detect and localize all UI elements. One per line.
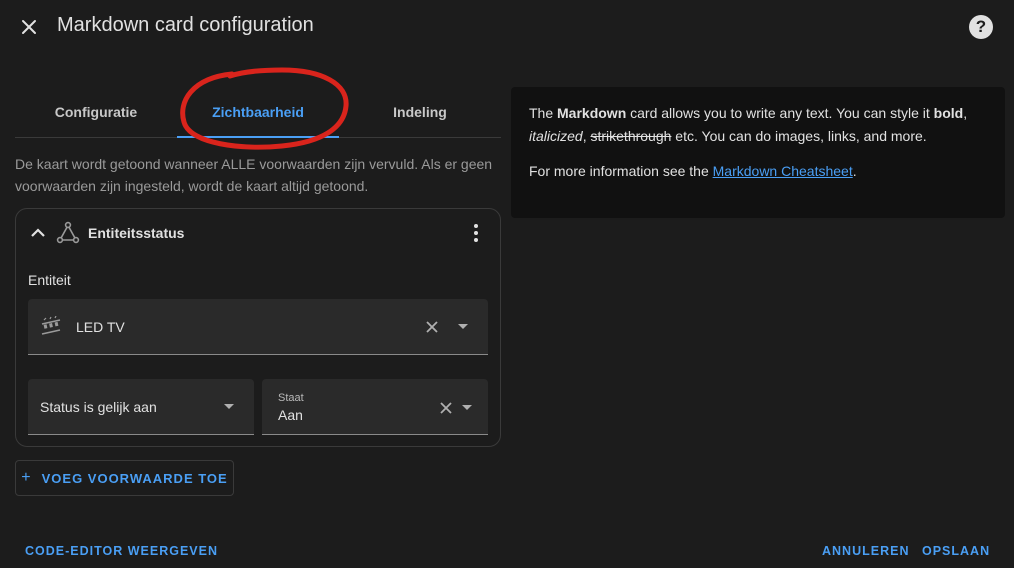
preview-text: , (963, 105, 968, 121)
close-icon (22, 20, 36, 34)
save-button[interactable]: OPSLAAN (922, 544, 990, 558)
preview-text: card allows you to write any text. You c… (626, 105, 934, 121)
cancel-button[interactable]: ANNULEREN (822, 544, 909, 558)
dot-icon (474, 224, 478, 228)
preview-strikethrough: strikethrough (590, 127, 672, 144)
dot-icon (474, 231, 478, 235)
status-operator-value: Status is gelijk aan (40, 399, 157, 415)
markdown-preview: The Markdown card allows you to write an… (511, 87, 1005, 218)
dropdown-caret-icon[interactable] (458, 324, 468, 329)
preview-paragraph-1: The Markdown card allows you to write an… (529, 102, 987, 147)
condition-title: Entiteitsstatus (88, 225, 185, 241)
close-button[interactable] (14, 12, 44, 42)
entity-label: Entiteit (28, 272, 71, 288)
visibility-description: De kaart wordt getoond wanneer ALLE voor… (15, 156, 493, 194)
entity-picker[interactable]: LED TV (28, 299, 488, 355)
condition-card: Entiteitsstatus Entiteit LED TV Status i… (15, 208, 501, 447)
tab-configuratie[interactable]: Configuratie (15, 88, 177, 136)
help-button[interactable]: ? (969, 15, 993, 39)
chevron-up-icon[interactable] (28, 223, 48, 243)
dialog-title: Markdown card configuration (57, 14, 314, 36)
preview-text: . (852, 163, 857, 179)
entity-value: LED TV (76, 319, 125, 335)
preview-text: The (529, 105, 558, 121)
code-editor-button[interactable]: CODE-EDITOR WEERGEVEN (25, 544, 218, 558)
state-label: Staat (278, 392, 304, 404)
preview-text: For more information see the (529, 163, 713, 179)
tab-indeling[interactable]: Indeling (339, 88, 501, 136)
tab-zichtbaarheid[interactable]: Zichtbaarheid (177, 88, 339, 136)
preview-bold: bold (933, 105, 964, 121)
card-config-dialog: Markdown card configuration ? Configurat… (0, 0, 1014, 568)
tab-bar: Configuratie Zichtbaarheid Indeling (15, 88, 501, 138)
preview-text: etc. You can do images, links, and more. (671, 127, 927, 144)
led-strip-icon (41, 316, 61, 335)
more-options-button[interactable] (466, 221, 486, 245)
help-icon: ? (975, 17, 987, 36)
dropdown-caret-icon[interactable] (462, 405, 472, 410)
state-select[interactable]: Staat Aan (262, 379, 488, 435)
clear-entity-icon[interactable] (424, 319, 440, 335)
dot-icon (474, 238, 478, 242)
preview-paragraph-2: For more information see the Markdown Ch… (529, 160, 987, 183)
tab-indicator (177, 136, 339, 138)
status-operator-select[interactable]: Status is gelijk aan (28, 379, 254, 435)
clear-state-icon[interactable] (438, 400, 454, 416)
markdown-cheatsheet-link[interactable]: Markdown Cheatsheet (713, 163, 853, 179)
plus-icon: + (21, 469, 32, 486)
add-condition-label: VOEG VOORWAARDE TOE (41, 470, 228, 486)
dropdown-caret-icon[interactable] (224, 404, 234, 409)
state-machine-icon (56, 221, 80, 244)
preview-bold-markdown: Markdown (557, 105, 627, 121)
state-value: Aan (278, 407, 303, 423)
add-condition-button[interactable]: + VOEG VOORWAARDE TOE (15, 460, 234, 496)
preview-italic: italicized (529, 127, 583, 144)
